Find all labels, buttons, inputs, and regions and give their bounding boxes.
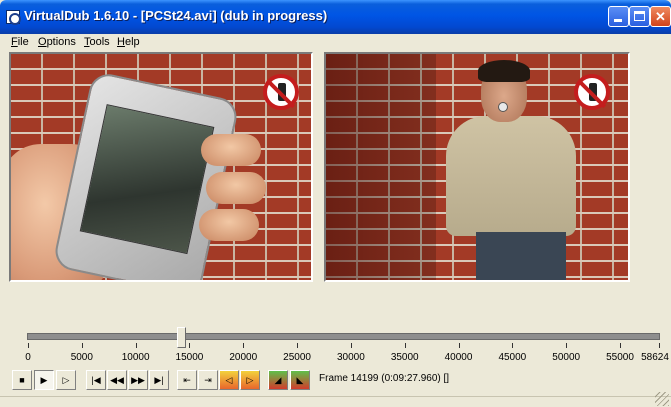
- brick-pillar: [326, 54, 436, 280]
- step-forward-button[interactable]: ▶▶: [128, 370, 148, 390]
- timeline-tick-label: 45000: [498, 352, 527, 363]
- timeline-tick: [566, 343, 568, 348]
- minimize-icon: [614, 19, 622, 22]
- go-start-button[interactable]: |◀: [86, 370, 106, 390]
- maximize-button[interactable]: [629, 6, 650, 27]
- status-strip: [0, 396, 671, 407]
- menu-tools[interactable]: Tools: [84, 36, 110, 48]
- resize-grip-icon[interactable]: [655, 392, 669, 406]
- timeline-tick-label: 55000: [606, 352, 634, 363]
- next-keyframe-button[interactable]: ⇥: [198, 370, 218, 390]
- stop-icon: ■: [19, 375, 25, 385]
- next-keyframe-icon: ⇥: [204, 375, 212, 385]
- mark-in-icon: ◢: [274, 375, 282, 385]
- prev-keyframe-icon: ⇤: [183, 375, 191, 385]
- window-title: VirtualDub 1.6.10 - [PCSt24.avi] (dub in…: [24, 8, 328, 23]
- title-bar[interactable]: VirtualDub 1.6.10 - [PCSt24.avi] (dub in…: [0, 0, 671, 34]
- frame-readout: Frame 14199 (0:09:27.960) []: [319, 373, 450, 384]
- play-input-icon: ▶: [40, 375, 48, 385]
- prev-keyframe-button[interactable]: ⇤: [177, 370, 197, 390]
- step-forward-icon: ▶▶: [131, 375, 145, 385]
- menu-bar: File Options Tools Help: [0, 34, 671, 52]
- timeline-tick: [458, 343, 460, 348]
- timeline-thumb[interactable]: [176, 327, 186, 348]
- play-output-icon: ▷: [62, 375, 70, 385]
- mark-in-button[interactable]: ◢: [268, 370, 288, 390]
- timeline-tick-label: 40000: [444, 352, 473, 363]
- input-video-pane[interactable]: [9, 52, 313, 282]
- timeline-tick: [512, 343, 514, 348]
- step-back-icon: ◀◀: [110, 375, 124, 385]
- menu-options-label: ptions: [46, 36, 76, 48]
- menu-help-hotkey: H: [117, 36, 125, 48]
- mark-out-icon: ◣: [296, 375, 304, 385]
- menu-options-hotkey: O: [38, 36, 47, 48]
- microphone: [498, 102, 508, 112]
- timeline-tick-label: 58624: [641, 352, 669, 363]
- menu-options[interactable]: Options: [38, 36, 76, 48]
- go-end-icon: ▶|: [154, 375, 164, 385]
- timeline-tick: [81, 343, 83, 348]
- finger: [206, 172, 266, 204]
- no-cellphone-icon: [263, 74, 299, 110]
- timeline-tick-label: 30000: [336, 352, 365, 363]
- menu-help-label: elp: [124, 36, 140, 48]
- menu-file-label: ile: [17, 36, 29, 48]
- finger: [201, 134, 261, 166]
- timeline-tick: [619, 343, 621, 348]
- scene-back-icon: ◁: [225, 375, 233, 385]
- person-hair: [478, 60, 530, 82]
- stop-button[interactable]: ■: [12, 370, 32, 390]
- close-icon: ✕: [655, 9, 666, 24]
- person-body: [446, 116, 576, 236]
- timeline-tick: [350, 343, 352, 348]
- go-start-icon: |◀: [91, 375, 101, 385]
- virtualdub-window: VirtualDub 1.6.10 - [PCSt24.avi] (dub in…: [0, 0, 671, 407]
- timeline-tick: [28, 343, 29, 348]
- virtualdub-app-icon[interactable]: [6, 10, 21, 25]
- pda-screen: [79, 104, 215, 255]
- timeline-tick-label: 35000: [390, 352, 419, 363]
- timeline-tick: [297, 343, 299, 348]
- timeline-tick-label: 10000: [121, 352, 150, 363]
- menu-file[interactable]: File: [11, 36, 29, 48]
- timeline-tick: [189, 343, 191, 348]
- mark-out-button[interactable]: ◣: [290, 370, 310, 390]
- timeline-tick-label: 50000: [552, 352, 581, 363]
- timeline-tick-label: 25000: [283, 352, 311, 363]
- timeline-tick-label: 15000: [175, 352, 204, 363]
- timeline-tick-label: 5000: [70, 352, 93, 363]
- person-legs: [476, 232, 566, 280]
- scene-forward-button[interactable]: ▷: [240, 370, 260, 390]
- scene-back-button[interactable]: ◁: [219, 370, 239, 390]
- menu-help[interactable]: Help: [117, 36, 140, 48]
- menu-tools-label: ools: [89, 36, 110, 48]
- output-video-pane[interactable]: [324, 52, 630, 282]
- timeline-tick: [659, 343, 660, 348]
- finger: [199, 209, 259, 241]
- timeline-tick: [135, 343, 137, 348]
- timeline-tick-label: 0: [25, 352, 31, 363]
- play-input-button[interactable]: ▶: [34, 370, 54, 390]
- step-back-button[interactable]: ◀◀: [107, 370, 127, 390]
- close-button[interactable]: ✕: [650, 6, 671, 27]
- maximize-icon: [634, 11, 645, 21]
- menu-file-hotkey: F: [11, 36, 18, 48]
- timeline-tick-label: 20000: [229, 352, 258, 363]
- scene-forward-icon: ▷: [246, 375, 254, 385]
- play-output-button[interactable]: ▷: [56, 370, 76, 390]
- no-cellphone-icon: [574, 74, 610, 110]
- minimize-button[interactable]: [608, 6, 629, 27]
- timeline-tick: [404, 343, 406, 348]
- go-end-button[interactable]: ▶|: [149, 370, 169, 390]
- timeline-track[interactable]: [27, 333, 660, 340]
- timeline-tick: [243, 343, 245, 348]
